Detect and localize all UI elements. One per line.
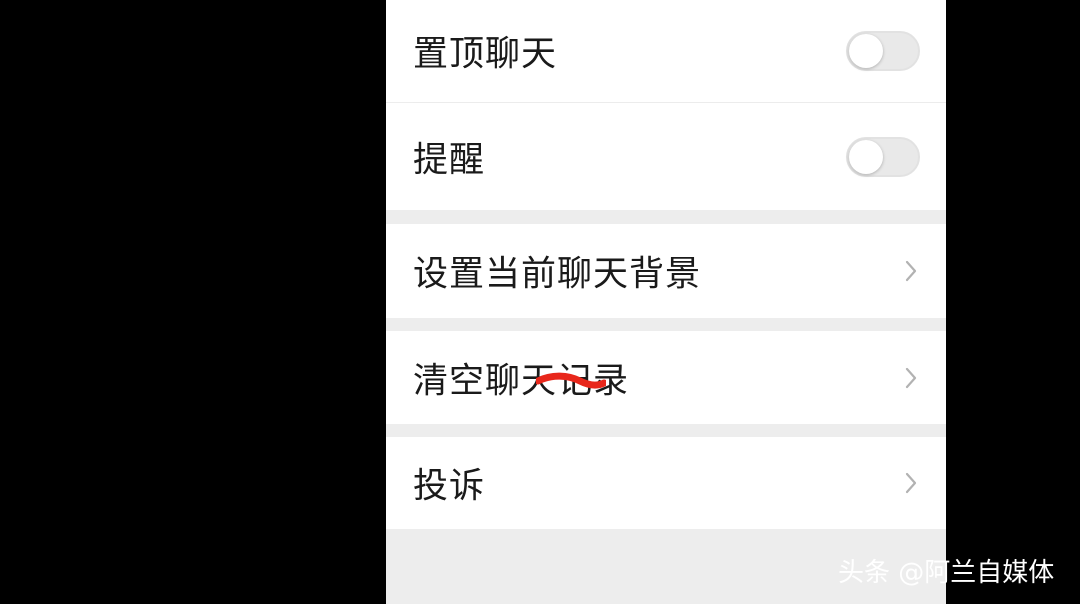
set-background-row[interactable]: 设置当前聊天背景 [386,224,946,318]
pin-chat-label: 置顶聊天 [413,34,558,75]
chevron-right-icon [905,472,917,494]
reminder-label: 提醒 [413,140,486,180]
chevron-right-icon [905,260,917,282]
watermark: 头条 @阿兰自媒体 [838,558,1055,588]
toggle-knob [849,34,883,68]
toggle-knob [849,139,883,174]
red-strike-annotation [536,372,606,389]
chevron-right-icon [905,367,917,388]
complaint-row[interactable]: 投诉 [386,437,946,529]
clear-history-row[interactable]: 清空聊天记录 [386,331,946,424]
chat-settings-screen: 置顶聊天 提醒 设置当前聊天背景 清空聊天记录 投诉 [386,0,946,604]
reminder-toggle[interactable] [846,136,920,177]
pin-chat-row[interactable]: 置顶聊天 [386,0,946,102]
pin-chat-toggle[interactable] [846,31,920,71]
reminder-row[interactable]: 提醒 [386,103,946,210]
set-background-label: 设置当前聊天背景 [413,254,702,295]
complaint-label: 投诉 [413,466,486,507]
